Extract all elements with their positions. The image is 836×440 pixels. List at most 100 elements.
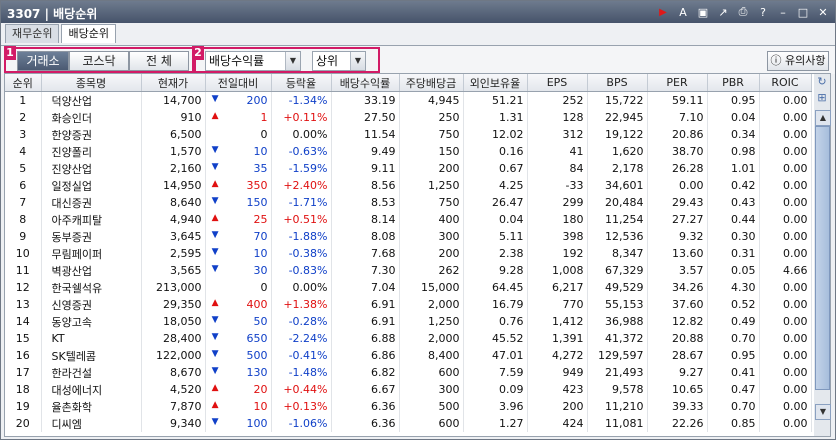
table-row[interactable]: 3 한양증권 6,500 0 0.00% 11.54 750 12.02 312 19,122 20… (5, 126, 812, 143)
table-row[interactable]: 18 대성에너지 4,520 ▲ 20 +0.44% 6.67 300 0.09 423 9,578… (5, 381, 812, 398)
cell-per: 27.27 (647, 211, 708, 228)
scrollbar-thumb[interactable] (815, 126, 830, 390)
col-header-dps[interactable]: 주당배당금 (399, 74, 464, 92)
table-row[interactable]: 8 아주캐피탈 4,940 ▲ 25 +0.51% 8.14 400 0.04 180 11,254… (5, 211, 812, 228)
cell-bps: 11,254 (587, 211, 648, 228)
cell-foreign: 1.27 (463, 415, 528, 432)
cell-yield: 9.49 (331, 143, 400, 160)
table-row[interactable]: 16 SK텔레콤 122,000 ▼ 500 -0.41% 6.86 8,400 47.01 4,… (5, 347, 812, 364)
sort-criteria-select[interactable]: 배당수익률 ▼ (205, 51, 301, 71)
font-size-icon[interactable]: A (675, 4, 691, 20)
scroll-up-arrow-icon[interactable]: ▲ (815, 110, 831, 126)
print-icon[interactable]: ⎙ (735, 4, 751, 20)
order-select[interactable]: 상위 ▼ (312, 51, 366, 71)
exclamation-icon: ⓘ (770, 54, 782, 67)
window-link-icon[interactable]: ▣ (695, 4, 711, 20)
change-value: 100 (246, 417, 268, 430)
cell-pbr: 0.47 (707, 381, 760, 398)
col-header-foreign[interactable]: 외인보유율 (463, 74, 528, 92)
tab-dividend-rank[interactable]: 배당순위 (61, 24, 116, 43)
cell-change: 0 (205, 126, 272, 143)
table-row[interactable]: 20 디씨엠 9,340 ▼ 100 -1.06% 6.36 600 1.27 424 11,081… (5, 415, 812, 432)
table-row[interactable]: 4 진양폴리 1,570 ▼ 10 -0.63% 9.49 150 0.16 41 1,620 38.… (5, 143, 812, 160)
cell-eps: 4,272 (527, 347, 588, 364)
table-row[interactable]: 2 화승인더 910 ▲ 1 +0.11% 27.50 250 1.31 128 22,945 7.1… (5, 109, 812, 126)
scroll-down-arrow-icon[interactable]: ▼ (815, 404, 831, 420)
cell-change: ▼ 150 (205, 194, 272, 211)
cell-per: 22.26 (647, 415, 708, 432)
col-header-rate[interactable]: 등락율 (271, 74, 332, 92)
triangle-up-icon: ▲ (211, 298, 219, 308)
export-icon[interactable]: ↗ (715, 4, 731, 20)
cell-bps: 11,081 (587, 415, 648, 432)
cell-name: 동양고속 (41, 313, 142, 330)
cell-roic: 0.00 (759, 177, 812, 194)
table-row[interactable]: 12 한국쉘석유 213,000 0 0.00% 7.04 15,000 64.45 6,217… (5, 279, 812, 296)
cell-foreign: 7.59 (463, 364, 528, 381)
cell-name: 디씨엠 (41, 415, 142, 432)
table-row[interactable]: 14 동양고속 18,050 ▼ 50 -0.28% 6.91 1,250 0.76 1,412 3… (5, 313, 812, 330)
tab-financial-rank[interactable]: 재무순위 (5, 24, 60, 43)
play-icon[interactable]: ▶ (655, 4, 671, 20)
table-row[interactable]: 10 무림페이퍼 2,595 ▼ 10 -0.38% 7.68 200 2.38 192 8,347… (5, 245, 812, 262)
table-row[interactable]: 9 동부증권 3,645 ▼ 70 -1.88% 8.08 300 5.11 398 12,536 9… (5, 228, 812, 245)
minimize-icon[interactable]: – (775, 4, 791, 20)
change-value: 350 (246, 179, 268, 192)
cell-dps: 600 (399, 364, 464, 381)
cell-bps: 55,153 (587, 296, 648, 313)
cell-bps: 129,597 (587, 347, 648, 364)
cell-change: ▼ 10 (205, 245, 272, 262)
cell-change: ▼ 50 (205, 313, 272, 330)
col-header-per[interactable]: PER (647, 74, 708, 92)
chevron-down-icon[interactable]: ▼ (285, 52, 300, 70)
market-button-kosdaq[interactable]: 코스닥 (69, 51, 129, 71)
col-header-yield[interactable]: 배당수익률 (331, 74, 400, 92)
help-icon[interactable]: ? (755, 4, 771, 20)
vertical-scrollbar[interactable]: ↻ ⊞ ▲ ▼ (814, 73, 831, 437)
table-row[interactable]: 1 덕양산업 14,700 ▼ 200 -1.34% 33.19 4,945 51.21 252 1… (5, 91, 812, 109)
cell-rate: -1.59% (271, 160, 332, 177)
cell-yield: 8.08 (331, 228, 400, 245)
cell-dps: 1,250 (399, 313, 464, 330)
table-row[interactable]: 7 대신증권 8,640 ▼ 150 -1.71% 8.53 750 26.47 299 20,48… (5, 194, 812, 211)
chevron-down-icon[interactable]: ▼ (350, 52, 365, 70)
notice-button[interactable]: ⓘ 유의사항 (767, 51, 829, 71)
maximize-icon[interactable]: □ (795, 4, 811, 20)
table-row[interactable]: 15 KT 28,400 ▼ 650 -2.24% 6.88 2,000 45.52 1,391 4… (5, 330, 812, 347)
cell-price: 4,940 (141, 211, 206, 228)
market-button-exchange[interactable]: 거래소 (17, 51, 69, 71)
cell-bps: 8,347 (587, 245, 648, 262)
refresh-icon[interactable]: ↻ (814, 74, 830, 90)
market-button-all[interactable]: 전 체 (129, 51, 189, 71)
table-row[interactable]: 17 한라건설 8,670 ▼ 130 -1.48% 6.82 600 7.59 949 21,49… (5, 364, 812, 381)
cell-yield: 6.36 (331, 415, 400, 432)
col-header-bps[interactable]: BPS (587, 74, 648, 92)
table-row[interactable]: 6 일정실업 14,950 ▲ 350 +2.40% 8.56 1,250 4.25 -33 34,… (5, 177, 812, 194)
cell-name: 덕양산업 (41, 91, 142, 109)
cell-pbr: 0.34 (707, 126, 760, 143)
table-row[interactable]: 19 율촌화학 7,870 ▲ 10 +0.13% 6.36 500 3.96 200 11,210… (5, 398, 812, 415)
col-header-pbr[interactable]: PBR (707, 74, 760, 92)
window-title: 3307 | 배당순위 (7, 7, 98, 21)
table-row[interactable]: 11 벽광산업 3,565 ▼ 30 -0.83% 7.30 262 9.28 1,008 67,3… (5, 262, 812, 279)
cell-roic: 0.00 (759, 296, 812, 313)
table-row[interactable]: 13 신영증권 29,350 ▲ 400 +1.38% 6.91 2,000 16.79 770 5… (5, 296, 812, 313)
table-row[interactable]: 5 진양산업 2,160 ▼ 35 -1.59% 9.11 200 0.67 84 2,178 26.… (5, 160, 812, 177)
cell-rank: 6 (5, 177, 42, 194)
title-bar-icons: ▶ A ▣ ↗ ⎙ ? – □ ✕ (655, 4, 831, 20)
cell-change: 0 (205, 279, 272, 296)
cell-bps: 1,620 (587, 143, 648, 160)
cell-per: 3.57 (647, 262, 708, 279)
cell-rate: +0.13% (271, 398, 332, 415)
add-icon[interactable]: ⊞ (814, 90, 830, 106)
col-header-price[interactable]: 현재가 (141, 74, 206, 92)
cell-pbr: 0.05 (707, 262, 760, 279)
col-header-rank[interactable]: 순위 (5, 74, 42, 92)
col-header-name[interactable]: 종목명 (41, 74, 142, 92)
col-header-eps[interactable]: EPS (527, 74, 588, 92)
change-value: 1 (260, 111, 268, 124)
col-header-change[interactable]: 전일대비 (205, 74, 272, 92)
close-icon[interactable]: ✕ (815, 4, 831, 20)
cell-bps: 41,372 (587, 330, 648, 347)
col-header-roic[interactable]: ROIC (759, 74, 812, 92)
